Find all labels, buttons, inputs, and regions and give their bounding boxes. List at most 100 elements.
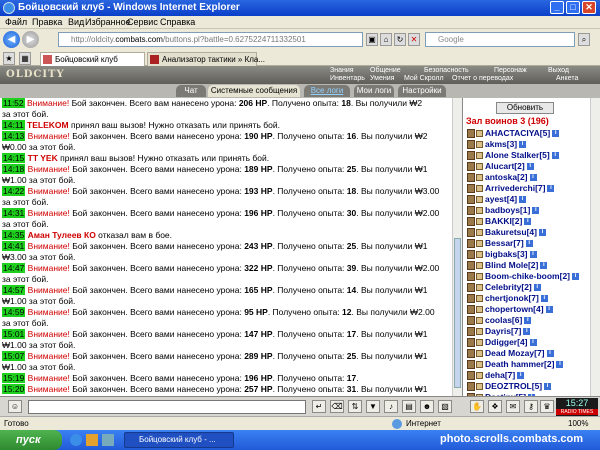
player-info-icon[interactable]: i [532, 207, 540, 215]
menu-tools[interactable]: Сервис [127, 17, 158, 27]
tab-my-logs[interactable]: Мои логи [354, 85, 394, 97]
player-name[interactable]: antoska[2] [485, 172, 528, 182]
player-row[interactable]: Dead Mozay[7] i [465, 348, 589, 359]
clear-icon[interactable]: ⌫ [330, 400, 344, 413]
menu-file[interactable]: Файл [5, 17, 27, 27]
player-row[interactable]: DEOZTROL[5] i [465, 381, 589, 392]
menu-view[interactable]: Вид [68, 17, 84, 27]
message-time[interactable]: 15:07 [2, 351, 26, 361]
favorites-star-icon[interactable]: ★ [3, 52, 15, 65]
player-row[interactable]: Alucart[2] i [465, 161, 589, 172]
private-chat-icon[interactable] [467, 360, 475, 369]
player-info-icon[interactable]: i [552, 130, 560, 138]
smiley-icon[interactable]: ☺ [8, 400, 22, 413]
lock-icon[interactable]: ⌂ [380, 33, 392, 46]
refresh-icon[interactable]: ↻ [394, 33, 406, 46]
quick-tabs-icon[interactable]: ▦ [19, 52, 31, 65]
player-name[interactable]: DEOZTROL[5] [485, 381, 542, 391]
player-info-icon[interactable]: i [572, 273, 579, 281]
player-info-icon[interactable]: i [551, 152, 559, 160]
forward-button[interactable]: ▶ [22, 31, 39, 48]
player-row[interactable]: Dayris[7] i [465, 326, 589, 337]
message-segment[interactable]: Аман Тулеев КО [28, 230, 96, 240]
message-time[interactable]: 14:13 [2, 131, 26, 141]
player-name[interactable]: Alucart[2] [485, 161, 525, 171]
message-time[interactable]: 15:20 [2, 384, 26, 394]
message-time[interactable]: 11:52 [2, 98, 25, 108]
chat-input[interactable] [28, 400, 306, 414]
player-row[interactable]: chertjonok[7] i [465, 293, 589, 304]
zoom-level[interactable]: 100% [568, 417, 588, 430]
private-chat-icon[interactable] [467, 338, 475, 347]
message-time[interactable]: 14:22 [2, 186, 26, 196]
player-row[interactable]: antoska[2] i [465, 172, 589, 183]
player-name[interactable]: Bessar[7] [485, 238, 524, 248]
player-name[interactable]: Celebrity[2] [485, 282, 532, 292]
message-time[interactable]: 14:59 [2, 307, 26, 317]
player-row[interactable]: akms[3] i [465, 139, 589, 150]
player-info-icon[interactable]: i [519, 196, 527, 204]
player-row[interactable]: badboys[1] i [465, 205, 589, 216]
player-info-icon[interactable]: i [519, 141, 527, 149]
search-input[interactable]: Google [425, 32, 575, 47]
player-info-icon[interactable]: i [529, 339, 537, 347]
nav-inventory[interactable]: Инвентарь [330, 75, 365, 82]
search-icon[interactable]: ⌕ [578, 33, 590, 46]
player-row[interactable]: Ddigger[4] i [465, 337, 589, 348]
player-name[interactable]: Boom-chike-boom[2] [485, 271, 570, 281]
player-row[interactable]: Boom-chike-boom[2] i [465, 271, 589, 282]
book-icon[interactable]: ▤ [402, 400, 416, 413]
player-info-icon[interactable]: i [529, 174, 537, 182]
private-chat-icon[interactable] [467, 184, 475, 193]
private-chat-icon[interactable] [467, 294, 475, 303]
player-name[interactable]: Ddigger[4] [485, 337, 528, 347]
private-chat-icon[interactable] [467, 371, 475, 380]
message-time[interactable]: 14:15 [2, 153, 26, 163]
message-time[interactable]: 14:11 [2, 120, 25, 130]
nav-communication[interactable]: Общение [370, 67, 401, 74]
player-row[interactable]: bigbaks[3] i [465, 249, 589, 260]
private-chat-icon[interactable] [467, 195, 475, 204]
menu-help[interactable]: Справка [160, 17, 195, 27]
private-chat-icon[interactable] [467, 217, 475, 226]
private-chat-icon[interactable] [467, 129, 475, 138]
filter-icon[interactable]: ▼ [366, 400, 380, 413]
compat-icon[interactable]: ▣ [366, 33, 378, 46]
stop-icon[interactable]: ✕ [408, 33, 420, 46]
folder-quicklaunch-icon[interactable] [86, 434, 98, 446]
private-chat-icon[interactable] [467, 327, 475, 336]
private-chat-icon[interactable] [467, 140, 475, 149]
player-name[interactable]: coolas[6] [485, 315, 522, 325]
nav-knowledge[interactable]: Знания [330, 67, 354, 74]
private-chat-icon[interactable] [467, 382, 475, 391]
nav-character[interactable]: Персонаж [494, 67, 527, 74]
scroll-thumb[interactable] [454, 238, 461, 388]
player-info-icon[interactable]: i [533, 284, 541, 292]
player-info-icon[interactable]: i [544, 383, 552, 391]
player-row[interactable]: Blind Mole[2] i [465, 260, 589, 271]
player-info-icon[interactable]: i [523, 328, 531, 336]
close-button[interactable]: ✕ [582, 1, 596, 14]
player-row[interactable]: ayest[4] i [465, 194, 589, 205]
player-name[interactable]: BAKKI[2] [485, 216, 522, 226]
scroll-icon[interactable]: ⇅ [348, 400, 362, 413]
people-icon[interactable]: ☻ [420, 400, 434, 413]
private-chat-icon[interactable] [467, 349, 475, 358]
player-name[interactable]: chopertown[4] [485, 304, 544, 314]
player-name[interactable]: Dead Mozay[7] [485, 348, 545, 358]
player-name[interactable]: ayest[4] [485, 194, 517, 204]
message-time[interactable]: 14:31 [2, 208, 26, 218]
message-time[interactable]: 14:47 [2, 263, 26, 273]
message-time[interactable]: 14:18 [2, 164, 26, 174]
message-time[interactable]: 14:41 [2, 241, 26, 251]
player-name[interactable]: bigbaks[3] [485, 249, 528, 259]
private-chat-icon[interactable] [467, 261, 475, 270]
player-row[interactable]: Bakuretsu[4] i [465, 227, 589, 238]
menu-edit[interactable]: Правка [32, 17, 62, 27]
player-info-icon[interactable]: i [524, 317, 532, 325]
message-time[interactable]: 15:19 [2, 373, 26, 383]
player-name[interactable]: Blind Mole[2] [485, 260, 538, 270]
player-name[interactable]: Dayris[7] [485, 326, 521, 336]
player-info-icon[interactable]: i [547, 185, 555, 193]
player-name[interactable]: Alone Stalker[5] [485, 150, 550, 160]
